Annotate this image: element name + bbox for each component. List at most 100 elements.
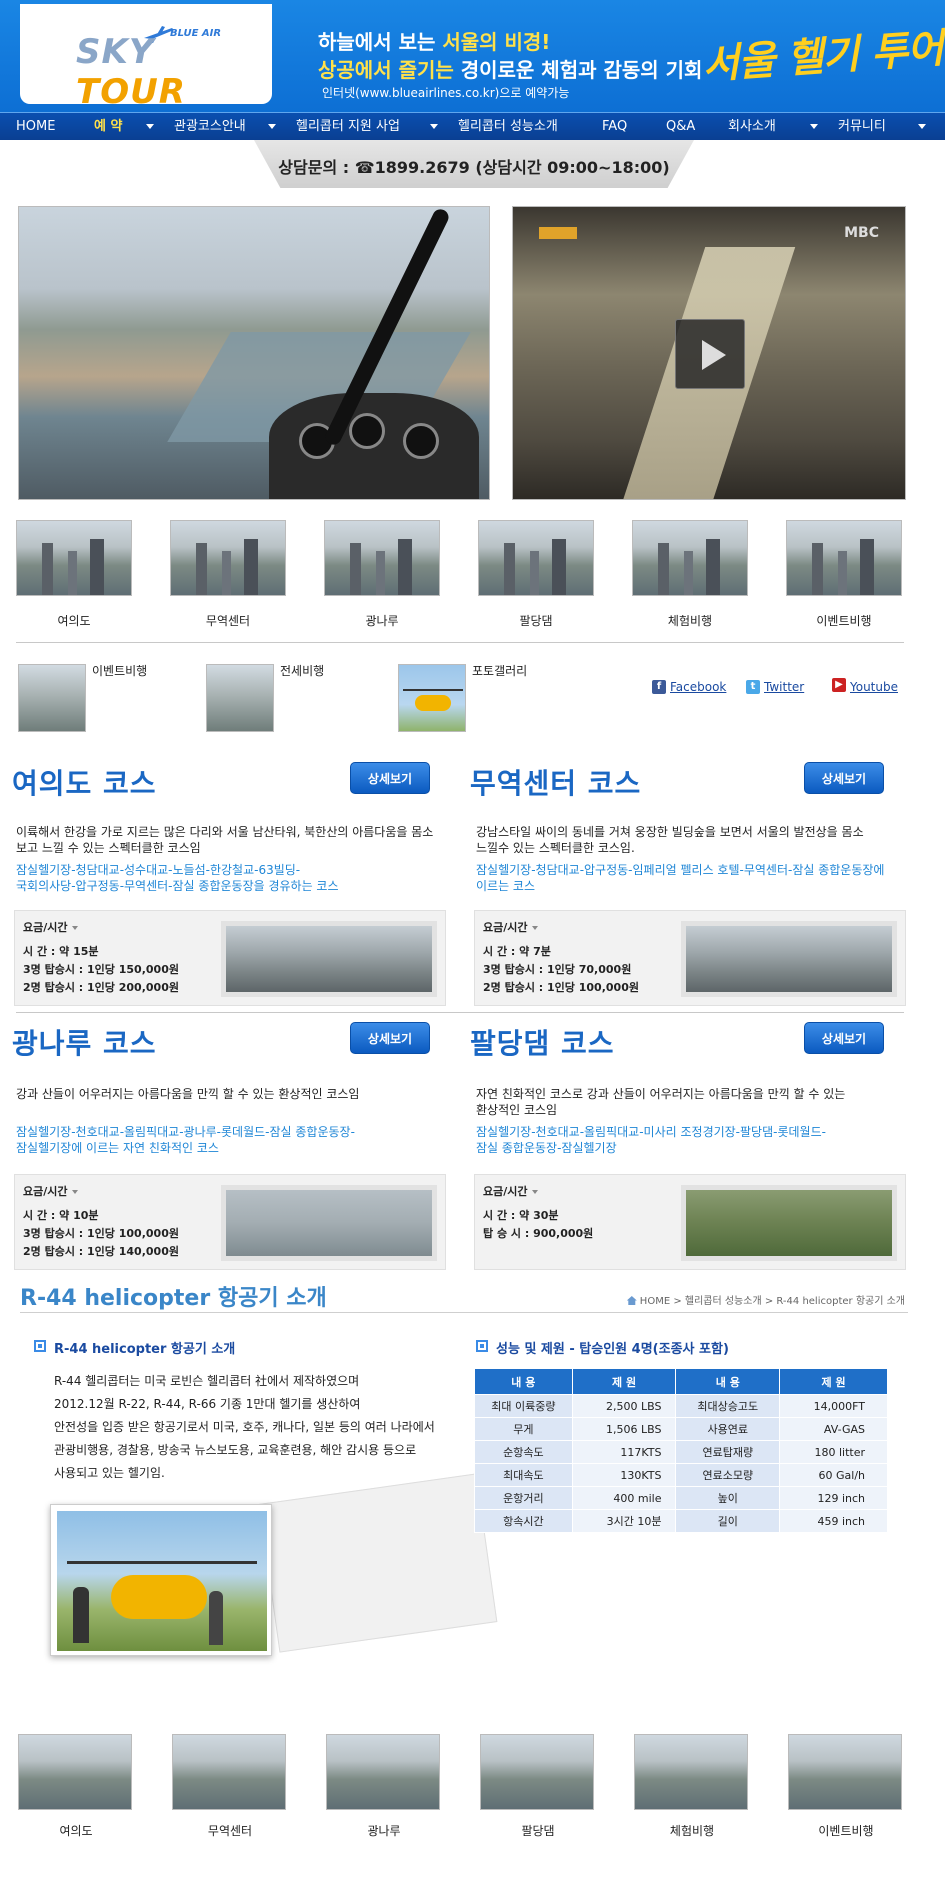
- table-cell: 180 litter: [779, 1440, 888, 1464]
- thumb-label[interactable]: 이벤트비행: [786, 612, 902, 629]
- price-line: 시 간 : 약 15분: [23, 945, 99, 958]
- price-head[interactable]: 요금/시간: [23, 1183, 78, 1199]
- tagline-1: 하늘에서 보는 서울의 비경!: [318, 26, 550, 55]
- nav-community[interactable]: 커뮤니티: [838, 113, 886, 141]
- price-line: 2명 탑승시 : 1인당 140,000원: [23, 1245, 179, 1258]
- section-title: R-44 helicopter 항공기 소개: [20, 1286, 327, 1311]
- facebook-icon[interactable]: f: [652, 680, 666, 694]
- course-route: 잠실헬기장-천호대교-올림픽대교-미사리 조정경기장-팔당댐-롯데월드- 잠실 …: [476, 1125, 826, 1155]
- chevron-down-icon[interactable]: [146, 124, 154, 129]
- thumb-event[interactable]: [786, 520, 902, 596]
- table-row: 무게 1,506 LBS 사용연료 AV-GAS: [474, 1417, 888, 1441]
- link-event-flight[interactable]: 이벤트비행: [92, 662, 147, 679]
- facebook-link[interactable]: Facebook: [670, 680, 726, 694]
- table-cell: 연료소모량: [675, 1463, 781, 1487]
- divider: [20, 1312, 908, 1313]
- chevron-down-icon[interactable]: [268, 124, 276, 129]
- price-head[interactable]: 요금/시간: [23, 919, 78, 935]
- tagline-1-a: 하늘에서 보는: [318, 30, 443, 54]
- bottom-thumb-label[interactable]: 광나루: [326, 1822, 442, 1839]
- price-line: 3명 탑승시 : 1인당 70,000원: [483, 963, 632, 976]
- detail-button[interactable]: 상세보기: [350, 1022, 430, 1054]
- table-row: 운항거리 400 mile 높이 129 inch: [474, 1486, 888, 1510]
- detail-button[interactable]: 상세보기: [804, 762, 884, 794]
- thumb-charter-flight[interactable]: [206, 664, 274, 732]
- play-icon[interactable]: [675, 319, 745, 389]
- bottom-thumb-experience[interactable]: [634, 1734, 748, 1810]
- bottom-thumb-trade-center[interactable]: [172, 1734, 286, 1810]
- table-cell: 최대상승고도: [675, 1394, 781, 1418]
- thumb-yeouido[interactable]: [16, 520, 132, 596]
- table-cell: 1,506 LBS: [571, 1417, 677, 1441]
- thumb-trade-center[interactable]: [170, 520, 286, 596]
- link-photo-gallery[interactable]: 포토갤러리: [472, 662, 527, 679]
- contact-text: 상담문의 : ☎1899.2679 (상담시간 09:00~18:00): [278, 158, 670, 177]
- thumb-event-flight[interactable]: [18, 664, 86, 732]
- nav-reservation[interactable]: 예 약: [94, 113, 122, 141]
- course-image: [681, 921, 897, 997]
- thumb-gwangnaru[interactable]: [324, 520, 440, 596]
- bottom-thumb-yeouido[interactable]: [18, 1734, 132, 1810]
- bottom-thumb-label[interactable]: 여의도: [18, 1822, 134, 1839]
- intro-text: 사용되고 있는 헬기임.: [54, 1466, 165, 1480]
- nav-tour-course[interactable]: 관광코스안내: [174, 113, 246, 141]
- chevron-down-icon[interactable]: [810, 124, 818, 129]
- chevron-down-icon[interactable]: [918, 124, 926, 129]
- detail-button[interactable]: 상세보기: [350, 762, 430, 794]
- price-line: 시 간 : 약 10분: [23, 1209, 99, 1222]
- nav-faq[interactable]: FAQ: [602, 113, 627, 141]
- bottom-thumb-label[interactable]: 이벤트비행: [788, 1822, 904, 1839]
- price-line: 시 간 : 약 30분: [483, 1209, 559, 1222]
- thumb-label[interactable]: 체험비행: [632, 612, 748, 629]
- thumb-label[interactable]: 무역센터: [170, 612, 286, 629]
- home-icon[interactable]: [626, 1296, 637, 1305]
- contact-banner: 상담문의 : ☎1899.2679 (상담시간 09:00~18:00): [254, 140, 694, 188]
- nav-company[interactable]: 회사소개: [728, 113, 776, 141]
- chevron-down-icon[interactable]: [430, 124, 438, 129]
- bottom-thumb-paldang[interactable]: [480, 1734, 594, 1810]
- course-route: 잠실헬기장-천호대교-올림픽대교-광나루-롯데월드-잠실 종합운동장- 잠실헬기…: [16, 1125, 355, 1155]
- main-photo: [18, 206, 490, 500]
- nav-home[interactable]: HOME: [16, 113, 55, 141]
- youtube-link[interactable]: Youtube: [850, 680, 898, 694]
- tagline-1-b: 서울의 비경!: [442, 30, 551, 54]
- bottom-thumb-label[interactable]: 무역센터: [172, 1822, 288, 1839]
- table-cell: 129 inch: [779, 1486, 888, 1510]
- price-head[interactable]: 요금/시간: [483, 1183, 538, 1199]
- course-image: [221, 921, 437, 997]
- course-image: [681, 1185, 897, 1261]
- bottom-thumb-label[interactable]: 체험비행: [634, 1822, 750, 1839]
- breadcrumb-text[interactable]: HOME > 헬리콥터 성능소개 > R-44 helicopter 항공기 소…: [640, 1296, 905, 1307]
- thumb-experience[interactable]: [632, 520, 748, 596]
- bottom-thumb-gwangnaru[interactable]: [326, 1734, 440, 1810]
- tagline-2: 상공에서 즐기는 경이로운 체험과 감동의 기회: [318, 54, 702, 83]
- price-head[interactable]: 요금/시간: [483, 919, 538, 935]
- nav-qna[interactable]: Q&A: [666, 113, 695, 141]
- column-header: 제 원: [779, 1368, 888, 1395]
- twitter-icon[interactable]: t: [746, 680, 760, 694]
- table-cell: 2,500 LBS: [571, 1394, 677, 1418]
- logo[interactable]: BLUE AIR SKY TOUR: [20, 4, 272, 112]
- twitter-link[interactable]: Twitter: [764, 680, 804, 694]
- youtube-icon[interactable]: ▶: [832, 678, 846, 692]
- course-title-trade-center: 무역센터 코스: [470, 767, 642, 800]
- detail-button[interactable]: 상세보기: [804, 1022, 884, 1054]
- course-route: 잠실헬기장-청담대교-성수대교-노들섬-한강철교-63빌딩- 국회의사당-압구정…: [16, 863, 339, 893]
- bullet-icon: [476, 1340, 488, 1352]
- nav-support[interactable]: 헬리콥터 지원 사업: [296, 113, 400, 141]
- price-line: 시 간 : 약 7분: [483, 945, 551, 958]
- video-player[interactable]: MBC: [512, 206, 906, 500]
- link-charter-flight[interactable]: 전세비행: [280, 662, 324, 679]
- course-title-gwangnaru: 광나루 코스: [12, 1027, 157, 1060]
- thumb-paldang[interactable]: [478, 520, 594, 596]
- thumb-photo-gallery[interactable]: [398, 664, 466, 732]
- bottom-thumb-label[interactable]: 팔당댐: [480, 1822, 596, 1839]
- table-cell: 최대속도: [474, 1463, 573, 1487]
- thumb-label[interactable]: 팔당댐: [478, 612, 594, 629]
- tagline-3: 인터넷(www.blueairlines.co.kr)으로 예약가능: [322, 86, 570, 100]
- thumb-label[interactable]: 광나루: [324, 612, 440, 629]
- bottom-thumb-event[interactable]: [788, 1734, 902, 1810]
- course-title-paldang: 팔당댐 코스: [470, 1027, 615, 1060]
- thumb-label[interactable]: 여의도: [16, 612, 132, 629]
- nav-performance[interactable]: 헬리콥터 성능소개: [458, 113, 558, 141]
